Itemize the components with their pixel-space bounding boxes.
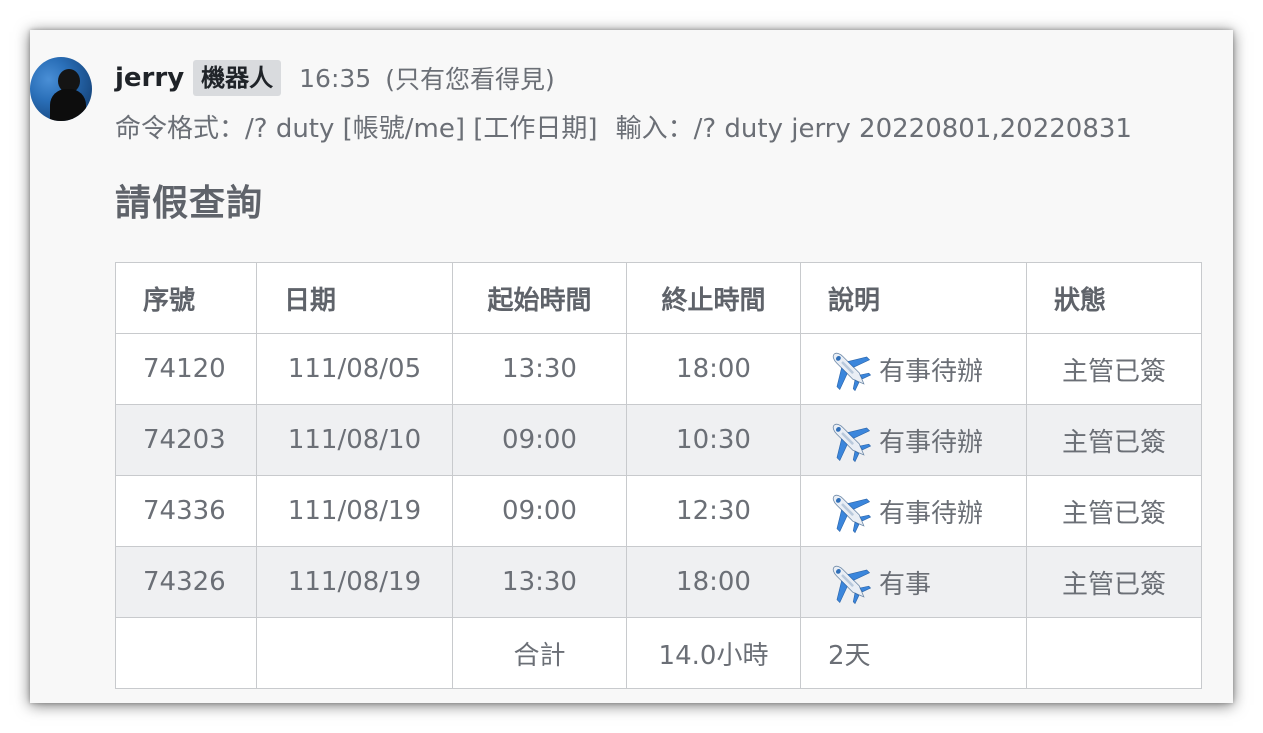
message-header: jerry 機器人 16:35 (只有您看得見)	[115, 58, 555, 98]
airplane-icon	[818, 409, 880, 471]
visibility-note: (只有您看得見)	[385, 65, 555, 94]
cell-start-time: 09:00	[452, 475, 627, 547]
cell-start-time: 09:00	[452, 404, 627, 476]
cell-end-time: 18:00	[626, 333, 801, 405]
username[interactable]: jerry	[115, 63, 184, 93]
cell-status: 主管已簽	[1026, 546, 1202, 618]
cell-status: 主管已簽	[1026, 475, 1202, 547]
header-description: 說明	[800, 262, 1027, 334]
cell-description: 有事待辦	[800, 404, 1027, 476]
cell-empty	[115, 617, 257, 689]
cell-id: 74326	[115, 546, 257, 618]
description-text: 有事待辦	[879, 427, 984, 458]
avatar-torso	[50, 89, 86, 121]
cell-date: 111/08/19	[256, 546, 453, 618]
total-hours: 14.0小時	[626, 617, 801, 689]
timestamp[interactable]: 16:35	[299, 64, 371, 93]
description-text: 有事待辦	[879, 356, 984, 387]
description-text: 有事待辦	[879, 498, 984, 529]
command-hint: 命令格式：/? duty [帳號/me] [工作日期] 輸入：/? duty je…	[115, 108, 1132, 145]
cell-end-time: 12:30	[626, 475, 801, 547]
leave-table: 序號 日期 起始時間 終止時間 說明 狀態 74120 111/08/05 13…	[115, 262, 1202, 689]
cell-empty	[1026, 617, 1202, 689]
table-row: 74326 111/08/19 13:30 18:00 有事 主管已簽	[115, 546, 1202, 618]
cell-empty	[256, 617, 453, 689]
cell-end-time: 18:00	[626, 546, 801, 618]
cell-id: 74336	[115, 475, 257, 547]
cell-id: 74203	[115, 404, 257, 476]
cell-status: 主管已簽	[1026, 333, 1202, 405]
header-id: 序號	[115, 262, 257, 334]
cell-date: 111/08/05	[256, 333, 453, 405]
total-label: 合計	[452, 617, 627, 689]
cell-start-time: 13:30	[452, 546, 627, 618]
cell-start-time: 13:30	[452, 333, 627, 405]
page-title: 請假查詢	[115, 183, 264, 224]
table-total-row: 合計 14.0小時 2天	[115, 617, 1202, 689]
airplane-icon	[818, 551, 880, 613]
airplane-icon	[818, 480, 880, 542]
header-start-time: 起始時間	[452, 262, 627, 334]
bot-badge: 機器人	[193, 60, 282, 96]
message-card: jerry 機器人 16:35 (只有您看得見) 命令格式：/? duty [帳…	[30, 30, 1233, 703]
cell-description: 有事待辦	[800, 333, 1027, 405]
cell-description: 有事	[800, 546, 1027, 618]
command-format: 命令格式：/? duty [帳號/me] [工作日期]	[115, 114, 598, 144]
table-row: 74120 111/08/05 13:30 18:00 有事待辦 主管已簽	[115, 333, 1202, 405]
command-example: 輸入：/? duty jerry 20220801,20220831	[615, 114, 1132, 144]
table-row: 74336 111/08/19 09:00 12:30 有事待辦 主管已簽	[115, 475, 1202, 547]
cell-end-time: 10:30	[626, 404, 801, 476]
header-status: 狀態	[1026, 262, 1202, 334]
header-end-time: 終止時間	[626, 262, 801, 334]
table-header-row: 序號 日期 起始時間 終止時間 說明 狀態	[115, 262, 1202, 334]
avatar[interactable]	[30, 57, 92, 121]
cell-date: 111/08/10	[256, 404, 453, 476]
cell-status: 主管已簽	[1026, 404, 1202, 476]
total-days: 2天	[800, 617, 1027, 689]
table-row: 74203 111/08/10 09:00 10:30 有事待辦 主管已簽	[115, 404, 1202, 476]
cell-id: 74120	[115, 333, 257, 405]
header-date: 日期	[256, 262, 453, 334]
cell-description: 有事待辦	[800, 475, 1027, 547]
cell-date: 111/08/19	[256, 475, 453, 547]
airplane-icon	[818, 338, 880, 400]
description-text: 有事	[879, 569, 932, 600]
